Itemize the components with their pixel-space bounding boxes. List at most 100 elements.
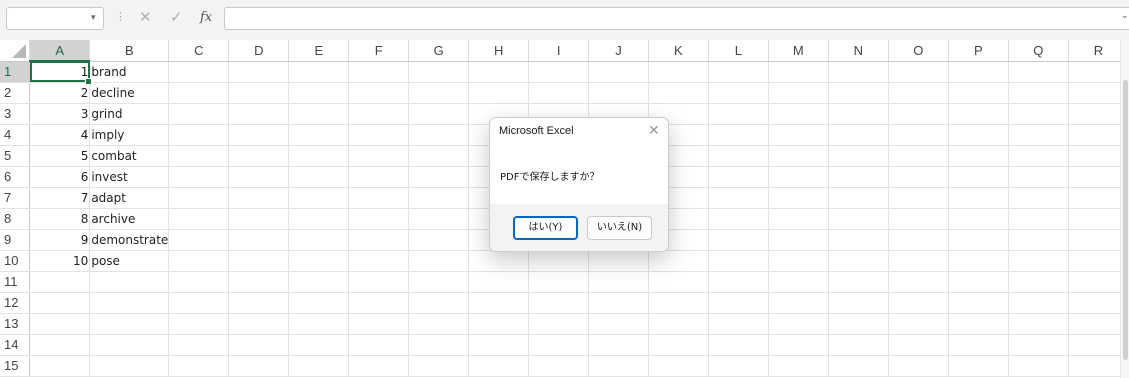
cell-g[interactable] (408, 61, 470, 83)
cell-o[interactable] (888, 313, 949, 335)
cell-l[interactable] (708, 271, 769, 293)
cell-e[interactable] (288, 124, 350, 146)
cell-a[interactable]: 8 (29, 208, 91, 230)
column-header-n[interactable]: N (828, 40, 889, 62)
cell-o[interactable] (888, 61, 949, 83)
cell-f[interactable] (348, 82, 410, 104)
cell-b[interactable]: brand (89, 61, 170, 83)
cell-k[interactable] (648, 61, 709, 83)
cell-e[interactable] (288, 292, 350, 314)
cell-k[interactable] (648, 292, 709, 314)
cell-q[interactable] (1008, 355, 1069, 377)
cell-d[interactable] (228, 166, 290, 188)
cell-o[interactable] (888, 271, 949, 293)
cell-n[interactable] (828, 250, 889, 272)
cell-b[interactable] (89, 292, 170, 314)
cell-o[interactable] (888, 82, 949, 104)
cell-g[interactable] (408, 166, 470, 188)
cell-b[interactable]: adapt (89, 187, 170, 209)
cell-b[interactable] (89, 355, 170, 377)
cell-b[interactable]: decline (89, 82, 170, 104)
yes-button[interactable]: はい(Y) (513, 216, 578, 240)
expand-formula-bar-icon[interactable]: ⌄ (1121, 10, 1129, 21)
cell-p[interactable] (948, 229, 1009, 251)
column-header-e[interactable]: E (288, 40, 350, 62)
cell-n[interactable] (828, 61, 889, 83)
cell-m[interactable] (768, 103, 829, 125)
cell-o[interactable] (888, 166, 949, 188)
row-header[interactable]: 6 (0, 166, 31, 188)
cell-f[interactable] (348, 61, 410, 83)
cell-e[interactable] (288, 229, 350, 251)
cell-a[interactable]: 6 (29, 166, 91, 188)
cell-o[interactable] (888, 229, 949, 251)
cell-h[interactable] (468, 313, 530, 335)
cell-d[interactable] (228, 292, 290, 314)
cell-p[interactable] (948, 334, 1009, 356)
cell-l[interactable] (708, 292, 769, 314)
cell-b[interactable]: imply (89, 124, 170, 146)
cell-n[interactable] (828, 271, 889, 293)
column-header-p[interactable]: P (948, 40, 1009, 62)
cell-j[interactable] (588, 355, 649, 377)
cell-e[interactable] (288, 82, 350, 104)
cell-b[interactable]: grind (89, 103, 170, 125)
cell-m[interactable] (768, 292, 829, 314)
column-header-i[interactable]: I (528, 40, 590, 62)
cell-h[interactable] (468, 250, 530, 272)
cancel-icon[interactable]: ✕ (139, 8, 152, 26)
cell-a[interactable]: 9 (29, 229, 91, 251)
cell-f[interactable] (348, 208, 410, 230)
cell-n[interactable] (828, 229, 889, 251)
row-header[interactable]: 1 (0, 61, 31, 83)
cell-a[interactable]: 4 (29, 124, 91, 146)
cell-m[interactable] (768, 82, 829, 104)
cell-q[interactable] (1008, 229, 1069, 251)
cell-f[interactable] (348, 292, 410, 314)
cell-d[interactable] (228, 271, 290, 293)
cell-a[interactable]: 10 (29, 250, 91, 272)
row-header[interactable]: 5 (0, 145, 31, 167)
cell-p[interactable] (948, 124, 1009, 146)
cell-p[interactable] (948, 208, 1009, 230)
cell-g[interactable] (408, 82, 470, 104)
cell-k[interactable] (648, 313, 709, 335)
cell-n[interactable] (828, 208, 889, 230)
cell-m[interactable] (768, 187, 829, 209)
cell-a[interactable] (29, 355, 91, 377)
cell-a[interactable] (29, 313, 91, 335)
cell-m[interactable] (768, 250, 829, 272)
cell-d[interactable] (228, 103, 290, 125)
cell-g[interactable] (408, 334, 470, 356)
cell-h[interactable] (468, 292, 530, 314)
cell-a[interactable] (29, 292, 91, 314)
vertical-scrollbar[interactable] (1120, 40, 1129, 378)
cell-k[interactable] (648, 82, 709, 104)
cell-l[interactable] (708, 187, 769, 209)
cell-p[interactable] (948, 250, 1009, 272)
cell-j[interactable] (588, 250, 649, 272)
cell-g[interactable] (408, 313, 470, 335)
column-header-g[interactable]: G (408, 40, 470, 62)
row-header[interactable]: 7 (0, 187, 31, 209)
cell-n[interactable] (828, 124, 889, 146)
cell-o[interactable] (888, 103, 949, 125)
column-header-l[interactable]: L (708, 40, 769, 62)
cell-n[interactable] (828, 292, 889, 314)
cell-e[interactable] (288, 61, 350, 83)
cell-b[interactable]: demonstrate (89, 229, 170, 251)
row-header[interactable]: 3 (0, 103, 31, 125)
cell-c[interactable] (168, 187, 230, 209)
cell-j[interactable] (588, 271, 649, 293)
cell-o[interactable] (888, 292, 949, 314)
cell-d[interactable] (228, 145, 290, 167)
cell-n[interactable] (828, 187, 889, 209)
cell-e[interactable] (288, 187, 350, 209)
cell-l[interactable] (708, 124, 769, 146)
cell-p[interactable] (948, 187, 1009, 209)
column-header-m[interactable]: M (768, 40, 829, 62)
cell-c[interactable] (168, 103, 230, 125)
select-all-corner[interactable] (0, 40, 31, 62)
cell-j[interactable] (588, 292, 649, 314)
cell-d[interactable] (228, 334, 290, 356)
